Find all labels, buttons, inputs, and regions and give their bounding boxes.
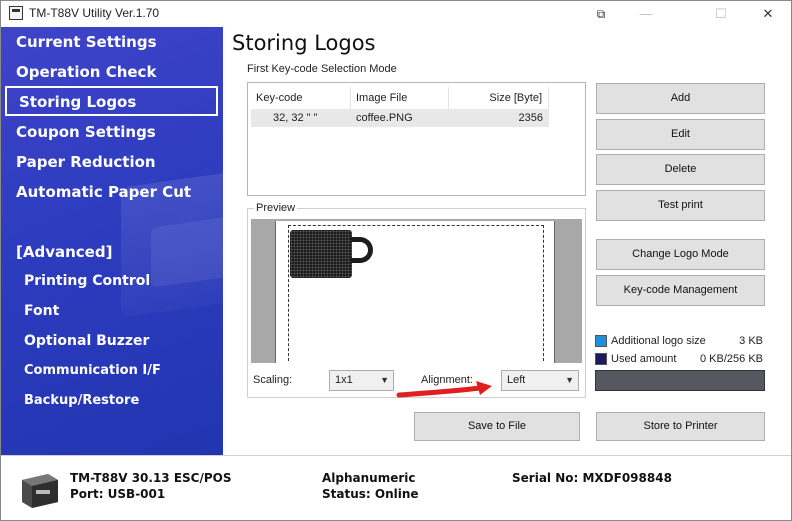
sidebar-item-coupon-settings[interactable]: Coupon Settings [16,123,156,141]
store-to-printer-button[interactable]: Store to Printer [596,412,765,441]
column-header-size[interactable]: Size [Byte] [449,87,549,109]
sidebar-item-operation-check[interactable]: Operation Check [16,63,156,81]
logo-table[interactable]: Key-code Image File Size [Byte] 32, 32 "… [247,82,586,196]
maximize-button[interactable]: ☐ [698,1,744,27]
additional-size-value: 3 KB [739,335,763,347]
sidebar-item-printing-control[interactable]: Printing Control [24,273,150,289]
status-bar: TM-T88V 30.13 ESC/POS Port: USB-001 Alph… [1,455,791,520]
memory-usage-bar [595,370,765,391]
sidebar: Current Settings Operation Check Storing… [1,27,223,455]
serial-number: Serial No: MXDF098848 [512,471,672,485]
change-logo-mode-button[interactable]: Change Logo Mode [596,239,765,270]
sidebar-item-backup-restore[interactable]: Backup/Restore [24,393,139,408]
preview-paper [275,221,555,363]
sidebar-item-font[interactable]: Font [24,303,59,319]
scaling-label: Scaling: [253,374,293,386]
additional-size-label: Additional logo size [611,335,706,347]
keycode-management-button[interactable]: Key-code Management [596,275,765,306]
table-cell-size[interactable]: 2356 [449,109,549,127]
sidebar-item-optional-buzzer[interactable]: Optional Buzzer [24,333,149,349]
app-window: TM-T88V Utility Ver.1.70 ⧉ — ☐ ✕ Current… [0,0,792,521]
sidebar-item-current-settings[interactable]: Current Settings [16,33,157,51]
scaling-select[interactable]: 1x1 ▼ [329,370,394,391]
title-bar: TM-T88V Utility Ver.1.70 ⧉ — ☐ ✕ [1,1,791,27]
printer-icon [22,474,58,508]
sidebar-item-paper-reduction[interactable]: Paper Reduction [16,153,156,171]
column-header-keycode[interactable]: Key-code [251,87,351,109]
chevron-down-icon: ▼ [565,375,574,385]
red-arrow-annotation-icon [396,381,492,398]
printer-port: Port: USB-001 [70,487,166,501]
printer-status: Status: Online [322,487,419,501]
delete-button[interactable]: Delete [596,154,765,185]
additional-size-legend-swatch [595,335,607,347]
alignment-select[interactable]: Left ▼ [501,370,579,391]
scaling-value: 1x1 [335,374,353,386]
used-amount-value: 0 KB/256 KB [700,353,763,365]
alignment-value: Left [507,374,526,386]
preview-area [251,219,582,363]
sidebar-item-storing-logos[interactable]: Storing Logos [5,86,218,116]
used-amount-legend-swatch [595,353,607,365]
edit-button[interactable]: Edit [596,119,765,150]
printer-model: TM-T88V 30.13 ESC/POS [70,471,232,485]
close-button[interactable]: ✕ [745,1,791,27]
window-title: TM-T88V Utility Ver.1.70 [29,6,160,20]
add-button[interactable]: Add [596,83,765,114]
preview-label: Preview [254,202,298,214]
sidebar-item-communication-if[interactable]: Communication I/F [24,363,161,378]
table-cell-image-file[interactable]: coffee.PNG [351,109,449,127]
sidebar-item-automatic-paper-cut[interactable]: Automatic Paper Cut [16,183,191,201]
character-set: Alphanumeric [322,471,416,485]
minimize-button[interactable]: — [623,1,669,27]
chevron-down-icon: ▼ [380,375,389,385]
app-icon [9,6,23,20]
mode-label: First Key-code Selection Mode [247,63,397,75]
save-to-file-button[interactable]: Save to File [414,412,580,441]
test-print-button[interactable]: Test print [596,190,765,221]
table-cell-keycode[interactable]: 32, 32 " " [251,109,351,127]
sidebar-section-advanced: [Advanced] [16,243,113,261]
restore-window-icon[interactable]: ⧉ [578,1,624,27]
background-printer-graphic [151,216,223,288]
page-title: Storing Logos [232,31,376,55]
coffee-logo-image [290,230,352,278]
column-header-image-file[interactable]: Image File [351,87,449,109]
